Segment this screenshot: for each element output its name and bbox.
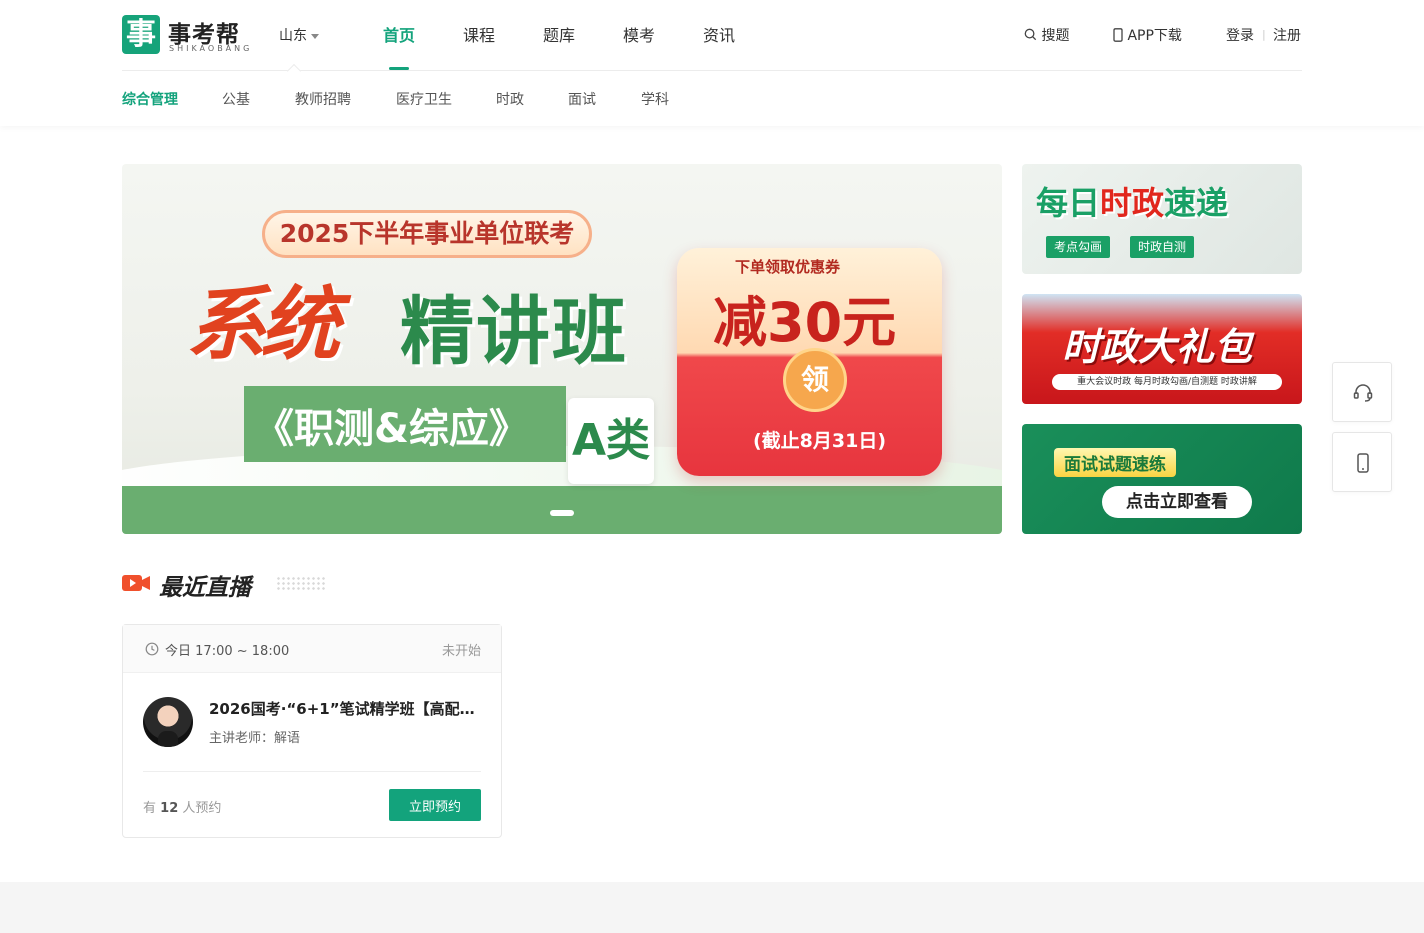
auth-divider: | <box>1262 28 1266 41</box>
live-time-range: 17:00 ~ 18:00 <box>195 644 290 659</box>
side-banner-affairs-pack[interactable]: 时政大礼包 重大会议时政 每月时政勾画/自测题 时政讲解 <box>1022 294 1302 404</box>
banner-subject: 《职测&综应》 <box>254 406 529 452</box>
side-banner-3-title: 面试试题速练 <box>1054 448 1176 477</box>
chevron-down-icon <box>311 33 319 39</box>
coupon-claim-badge: 领 <box>783 348 847 412</box>
login-link[interactable]: 登录 <box>1226 25 1254 45</box>
nav-item-mock-exam[interactable]: 模考 <box>623 22 655 46</box>
live-card-header: 今日 17:00 ~ 18:00 未开始 <box>123 625 501 673</box>
banner-class-badge: A类 <box>568 398 654 484</box>
book-now-button[interactable]: 立即预约 <box>389 789 481 821</box>
app-download-label: APP下载 <box>1127 28 1182 44</box>
page: 事 事考帮 SHIKAOBANG 山东 首页 课程 题库 模考 资讯 搜题 AP… <box>0 0 1424 933</box>
live-section-title: 最近直播 <box>159 575 251 601</box>
card-divider <box>143 771 481 772</box>
nav-item-question-bank[interactable]: 题库 <box>543 22 575 46</box>
subnav-item-current-affairs[interactable]: 时政 <box>496 89 524 109</box>
city-selector[interactable]: 山东 <box>279 25 319 45</box>
nav-item-home[interactable]: 首页 <box>383 22 415 46</box>
carousel-indicator[interactable] <box>550 510 574 516</box>
city-dropdown-notch <box>286 63 302 79</box>
live-time: 今日 17:00 ~ 18:00 <box>165 640 289 659</box>
footer-area <box>0 882 1424 933</box>
site-logo[interactable]: 事 事考帮 SHIKAOBANG <box>122 15 262 55</box>
phone-icon <box>1113 28 1123 42</box>
side-banner-daily-news[interactable]: 每日时政速递 考点勾画 时政自测 <box>1022 164 1302 274</box>
banner-pill: 2025下半年事业单位联考 <box>262 210 592 258</box>
live-time-prefix: 今日 <box>165 644 192 659</box>
subnav-item-subjects[interactable]: 学科 <box>641 89 669 109</box>
banner-headline-green: 精讲班 <box>400 289 628 375</box>
subnav-item-general-management[interactable]: 综合管理 <box>122 89 178 109</box>
live-course-card[interactable]: 今日 17:00 ~ 18:00 未开始 2026国考·“6+1”笔试精学班【高… <box>122 624 502 838</box>
logo-pinyin: SHIKAOBANG <box>169 44 253 53</box>
mobile-app-button[interactable] <box>1332 432 1392 492</box>
subnav-item-teacher-recruitment[interactable]: 教师招聘 <box>295 89 351 109</box>
live-status: 未开始 <box>441 644 481 659</box>
coupon-amount: 减30元 <box>713 291 897 354</box>
search-questions-link[interactable]: 搜题 <box>1024 25 1069 45</box>
live-title-decoration <box>276 576 326 592</box>
subnav-item-interview[interactable]: 面试 <box>568 89 596 109</box>
clock-icon <box>145 642 159 656</box>
customer-service-button[interactable] <box>1332 362 1392 422</box>
video-live-icon <box>122 575 150 591</box>
side-banner-1-tag: 考点勾画 <box>1046 236 1111 258</box>
nav-item-courses[interactable]: 课程 <box>463 22 495 46</box>
register-link[interactable]: 注册 <box>1273 25 1301 45</box>
coupon-tag: 下单领取优惠券 <box>735 258 841 276</box>
city-label: 山东 <box>279 28 307 44</box>
side-banner-1-tag: 时政自测 <box>1130 236 1195 258</box>
banner-headline-red: 系统 <box>186 277 340 371</box>
app-download-link[interactable]: APP下载 <box>1113 25 1182 45</box>
subnav-item-medical-health[interactable]: 医疗卫生 <box>396 89 452 109</box>
nav-item-news[interactable]: 资讯 <box>703 22 735 46</box>
side-banner-2-subtitle: 重大会议时政 每月时政勾画/自测题 时政讲解 <box>1052 374 1282 390</box>
live-course-title[interactable]: 2026国考·“6+1”笔试精学班【高配版】 <box>209 698 481 719</box>
teacher-avatar <box>143 697 193 747</box>
hero-banner[interactable]: 2025下半年事业单位联考 系统 精讲班 《职测&综应》 A类 下单领取优惠券 … <box>122 164 1002 534</box>
site-header: 事 事考帮 SHIKAOBANG 山东 首页 课程 题库 模考 资讯 搜题 AP… <box>0 0 1424 126</box>
subnav-item-public-basics[interactable]: 公基 <box>222 89 250 109</box>
search-questions-label: 搜题 <box>1041 28 1070 44</box>
side-banner-2-title: 时政大礼包 <box>1062 324 1253 369</box>
headset-icon <box>1353 384 1373 402</box>
live-teacher: 主讲老师：解语 <box>209 731 301 746</box>
coupon-deadline: (截止8月31日) <box>753 430 887 452</box>
side-banner-interview-practice[interactable]: 面试试题速练 点击立即查看 <box>1022 424 1302 534</box>
side-banner-3-button: 点击立即查看 <box>1102 486 1252 518</box>
side-banner-1-title: 每日时政速递 <box>1036 184 1229 222</box>
banner-coupon: 下单领取优惠券 减30元 领 (截止8月31日) <box>677 248 942 476</box>
search-icon <box>1024 28 1037 41</box>
booked-count: 有 12 人预约 <box>143 801 222 816</box>
mobile-icon <box>1357 453 1369 473</box>
logo-mark: 事 <box>122 15 160 54</box>
